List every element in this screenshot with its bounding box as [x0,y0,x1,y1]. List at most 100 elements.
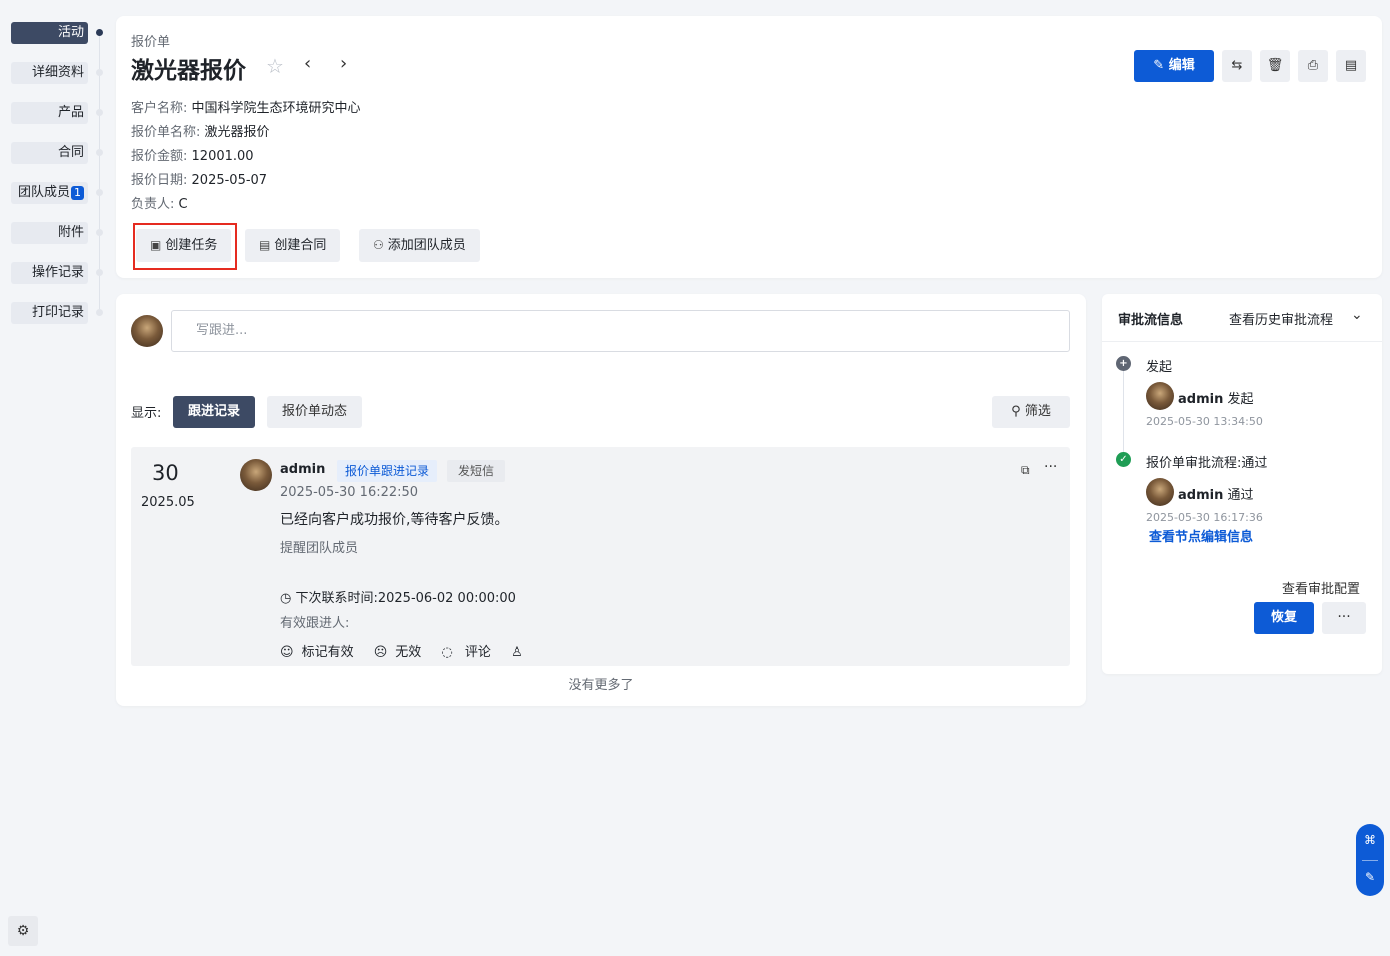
nav-item-details[interactable]: 详细资料 [11,62,88,84]
approval-title: 审批流信息 [1118,313,1184,328]
no-more-text: 没有更多了 [568,678,634,693]
approval-config-link[interactable]: 查看审批配置 [1282,578,1360,597]
transfer-icon[interactable]: ⇆ [1222,50,1252,82]
document-icon[interactable]: ▤ [1336,50,1366,82]
field-value: C [178,197,188,212]
approval-card: 审批流信息 查看历史审批流程 ⌄ + 发起 admin 发起 2025-05-3… [1102,294,1382,674]
follow-up-input[interactable]: 写跟进... [171,310,1070,352]
invalid-label: 无效 [395,645,422,660]
send-sms-button[interactable]: 发短信 [447,460,506,482]
node-edit-info-link[interactable]: 查看节点编辑信息 [1149,526,1253,545]
nav-dot [96,309,103,316]
tab-follow-records[interactable]: 跟进记录 [173,396,256,428]
step-action: 通过 [1227,488,1254,503]
delete-icon[interactable]: 🗑 [1260,50,1290,82]
mark-valid-label: 标记有效 [301,645,354,660]
anchor-nav: 活动 详细资料 产品 合同 团队成员 1 附件 操作记录 打印记录 [0,0,110,956]
chevron-down-icon[interactable]: ⌄ [1351,307,1363,323]
nav-dot [96,189,103,196]
tab-quote-activity[interactable]: 报价单动态 [267,396,363,428]
comment-icon: ◌ [441,645,457,660]
step-action: 发起 [1227,392,1254,407]
record-user: admin [280,462,326,477]
nav-dot [96,269,103,276]
document-icon: ▤ [259,238,271,252]
edit-button[interactable]: ✎ 编辑 [1134,50,1214,82]
step-user: admin 通过 [1178,484,1254,503]
record-day: 30 [152,461,179,485]
record-content: 已经向客户成功报价,等待客户反馈。 [280,512,509,528]
comment-label: 评论 [464,645,491,660]
flow-icon[interactable]: ⌘ [1356,833,1384,847]
nav-item-team[interactable]: 团队成员 1 [11,182,88,204]
timeline-line [1123,368,1124,464]
record-actions: ☺ 标记有效 ☹ 无效 ◌ 评论 ♙ [280,641,531,660]
star-icon[interactable]: ☆ [266,54,284,78]
step-time: 2025-05-30 13:34:50 [1146,415,1263,428]
nav-dot [96,69,103,76]
print-icon[interactable]: ⎙ [1298,50,1328,82]
approval-header: 审批流信息 查看历史审批流程 ⌄ [1102,294,1382,342]
note-icon[interactable]: ✎ [1356,870,1384,884]
settings-icon[interactable]: ⚙ [8,916,38,946]
nav-item-products[interactable]: 产品 [11,102,88,124]
record-time: 2025-05-30 16:22:50 [280,485,419,500]
chevron-right-icon[interactable]: › [340,53,347,74]
nav-dot [96,229,103,236]
plus-icon: + [1116,356,1131,371]
field-label: 报价金额: [131,149,188,164]
edit-label: 编辑 [1168,58,1195,73]
more-icon[interactable]: ··· [1044,459,1057,475]
smile-icon: ☺ [280,645,294,660]
step-title: 发起 [1146,360,1173,375]
floating-toolbar: ⌘ ✎ [1356,824,1384,896]
create-contract-button[interactable]: ▤ 创建合同 [245,229,341,262]
nav-item-contracts[interactable]: 合同 [11,142,88,164]
chevron-left-icon[interactable]: ‹ [304,53,311,74]
add-team-member-button[interactable]: ⚇ 添加团队成员 [359,229,480,262]
field-customer: 客户名称: 中国科学院生态环境研究中心 [131,97,361,116]
team-count-badge: 1 [71,186,84,200]
add-team-member-label: 添加团队成员 [387,238,466,253]
edit-icon: ✎ [1153,58,1169,73]
nav-item-attachments[interactable]: 附件 [11,222,88,244]
next-contact: ◷ 下次联系时间:2025-06-02 00:00:00 [280,587,516,606]
mark-valid-button[interactable]: ☺ 标记有效 [280,645,362,660]
like-icon[interactable]: ♙ [511,645,523,660]
show-label: 显示: [131,406,162,421]
breadcrumb: 报价单 [131,35,171,50]
avatar [1146,478,1174,506]
field-date: 报价日期: 2025-05-07 [131,169,267,188]
restore-button[interactable]: 恢复 [1254,602,1314,634]
nav-item-activity[interactable]: 活动 [11,22,88,44]
field-label: 客户名称: [131,101,188,116]
nav-item-team-label: 团队成员 [17,185,70,200]
field-label: 报价日期: [131,173,188,188]
more-icon[interactable]: ··· [1322,602,1366,634]
record-type-tag: 报价单跟进记录 [337,460,438,482]
activity-card: 写跟进... 显示: 跟进记录 报价单动态 ⚲ 筛选 30 2025.05 ad… [116,294,1086,706]
nav-dot [96,29,103,36]
copy-icon[interactable]: ⧉ [1021,463,1030,478]
invalid-button[interactable]: ☹ 无效 [374,645,430,660]
nav-item-print-log[interactable]: 打印记录 [11,302,88,324]
nav-dot [96,109,103,116]
field-label: 报价单名称: [131,125,201,140]
nav-item-operation-log[interactable]: 操作记录 [11,262,88,284]
check-icon: ✓ [1116,452,1131,467]
approval-history-link[interactable]: 查看历史审批流程 [1229,309,1333,328]
field-value: 2025-05-07 [191,173,268,188]
nav-dot [96,149,103,156]
highlight-box [133,223,237,270]
page-title: 激光器报价 [131,58,246,84]
filter-button[interactable]: ⚲ 筛选 [992,396,1070,428]
next-contact-text: 下次联系时间:2025-06-02 00:00:00 [295,591,516,606]
avatar [1146,382,1174,410]
create-contract-label: 创建合同 [274,238,327,253]
step-user: admin 发起 [1178,388,1254,407]
field-value: 中国科学院生态环境研究中心 [191,101,361,116]
comment-button[interactable]: ◌ 评论 [441,645,499,660]
follow-record: 30 2025.05 admin 报价单跟进记录 发短信 ⧉ ··· 2025-… [131,447,1070,666]
field-quote-name: 报价单名称: 激光器报价 [131,121,270,140]
step-user-name: admin [1178,488,1224,503]
